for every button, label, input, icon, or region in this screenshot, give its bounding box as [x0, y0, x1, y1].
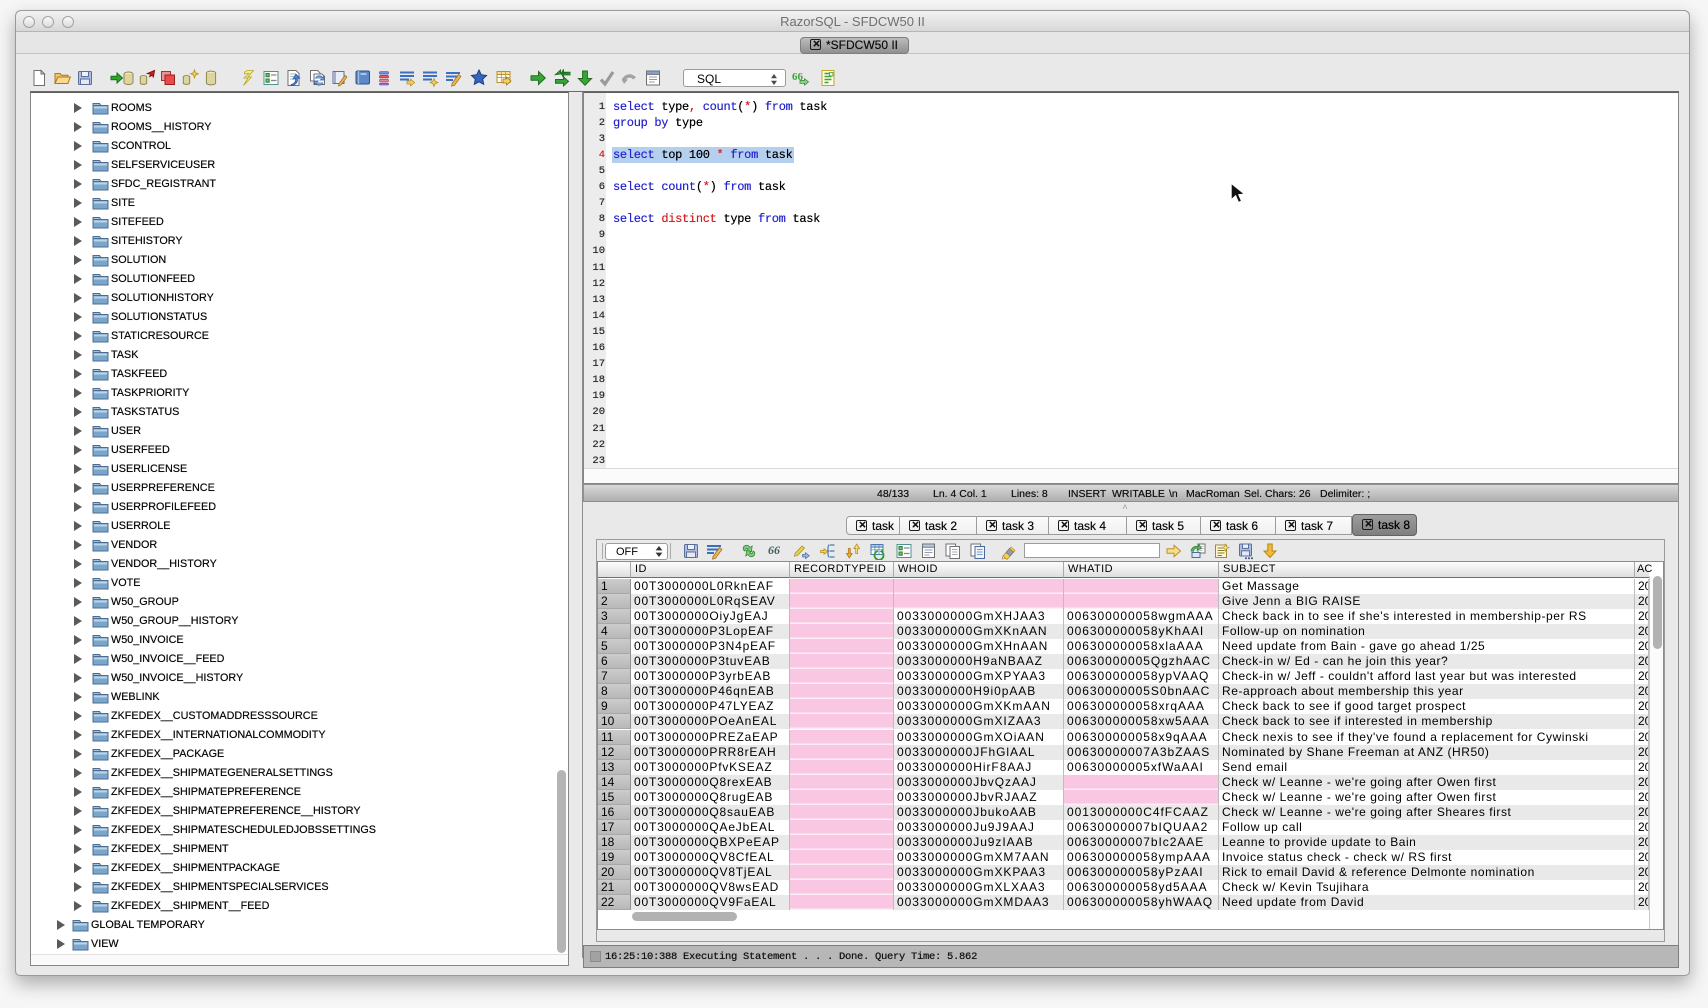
svg-text:66: 66 [768, 543, 780, 557]
